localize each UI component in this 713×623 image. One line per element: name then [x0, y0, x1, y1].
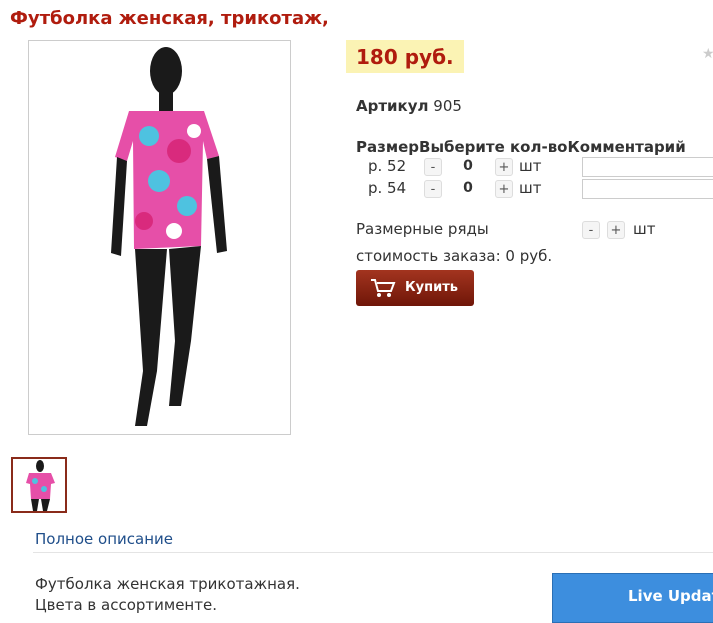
qty-minus-button[interactable]: - [424, 158, 442, 176]
description-text: Футболка женская трикотажная. Цвета в ас… [35, 574, 300, 616]
qty-unit: шт [519, 179, 542, 197]
col-qty-header: Выберите кол-во [419, 138, 568, 156]
size-ranges-label: Размерные ряды [356, 220, 489, 238]
description-line: Футболка женская трикотажная. [35, 575, 300, 593]
comment-input[interactable] [582, 157, 713, 177]
order-cost: стоимость заказа: 0 руб. [356, 247, 553, 265]
size-label: р. 52 [368, 157, 407, 175]
qty-plus-button[interactable]: + [495, 158, 513, 176]
comment-input[interactable] [582, 179, 713, 199]
full-description-link[interactable]: Полное описание [35, 530, 173, 548]
product-price: 180 руб. [346, 40, 464, 73]
product-main-image[interactable] [28, 40, 291, 435]
divider [33, 552, 713, 553]
product-title: Футболка женская, трикотаж, [10, 8, 329, 29]
live-update-widget[interactable]: Live Update [552, 573, 713, 623]
qty-value: 0 [463, 180, 473, 196]
ranges-plus-button[interactable]: + [607, 221, 625, 239]
sku-label: Артикул [356, 97, 429, 115]
size-label: р. 54 [368, 179, 407, 197]
product-thumbnail[interactable] [11, 457, 67, 513]
col-comment-header: Комментарий [567, 138, 686, 156]
star-icon[interactable]: ★ [702, 46, 713, 62]
qty-unit: шт [519, 157, 542, 175]
qty-minus-button[interactable]: - [424, 180, 442, 198]
cart-icon [370, 278, 396, 302]
qty-plus-button[interactable]: + [495, 180, 513, 198]
ranges-minus-button[interactable]: - [582, 221, 600, 239]
buy-label: Купить [405, 280, 458, 295]
buy-button[interactable]: Купить [356, 270, 474, 306]
ranges-unit: шт [633, 220, 656, 238]
live-update-label: Live Update [628, 587, 713, 605]
sizes-table-header: РазмерВыберите кол-воКомментарий [356, 138, 686, 156]
mannequin-photo [111, 47, 227, 426]
col-size-header: Размер [356, 138, 420, 156]
product-sku: Артикул 905 [356, 97, 462, 115]
qty-value: 0 [463, 158, 473, 174]
sku-value: 905 [433, 97, 462, 115]
